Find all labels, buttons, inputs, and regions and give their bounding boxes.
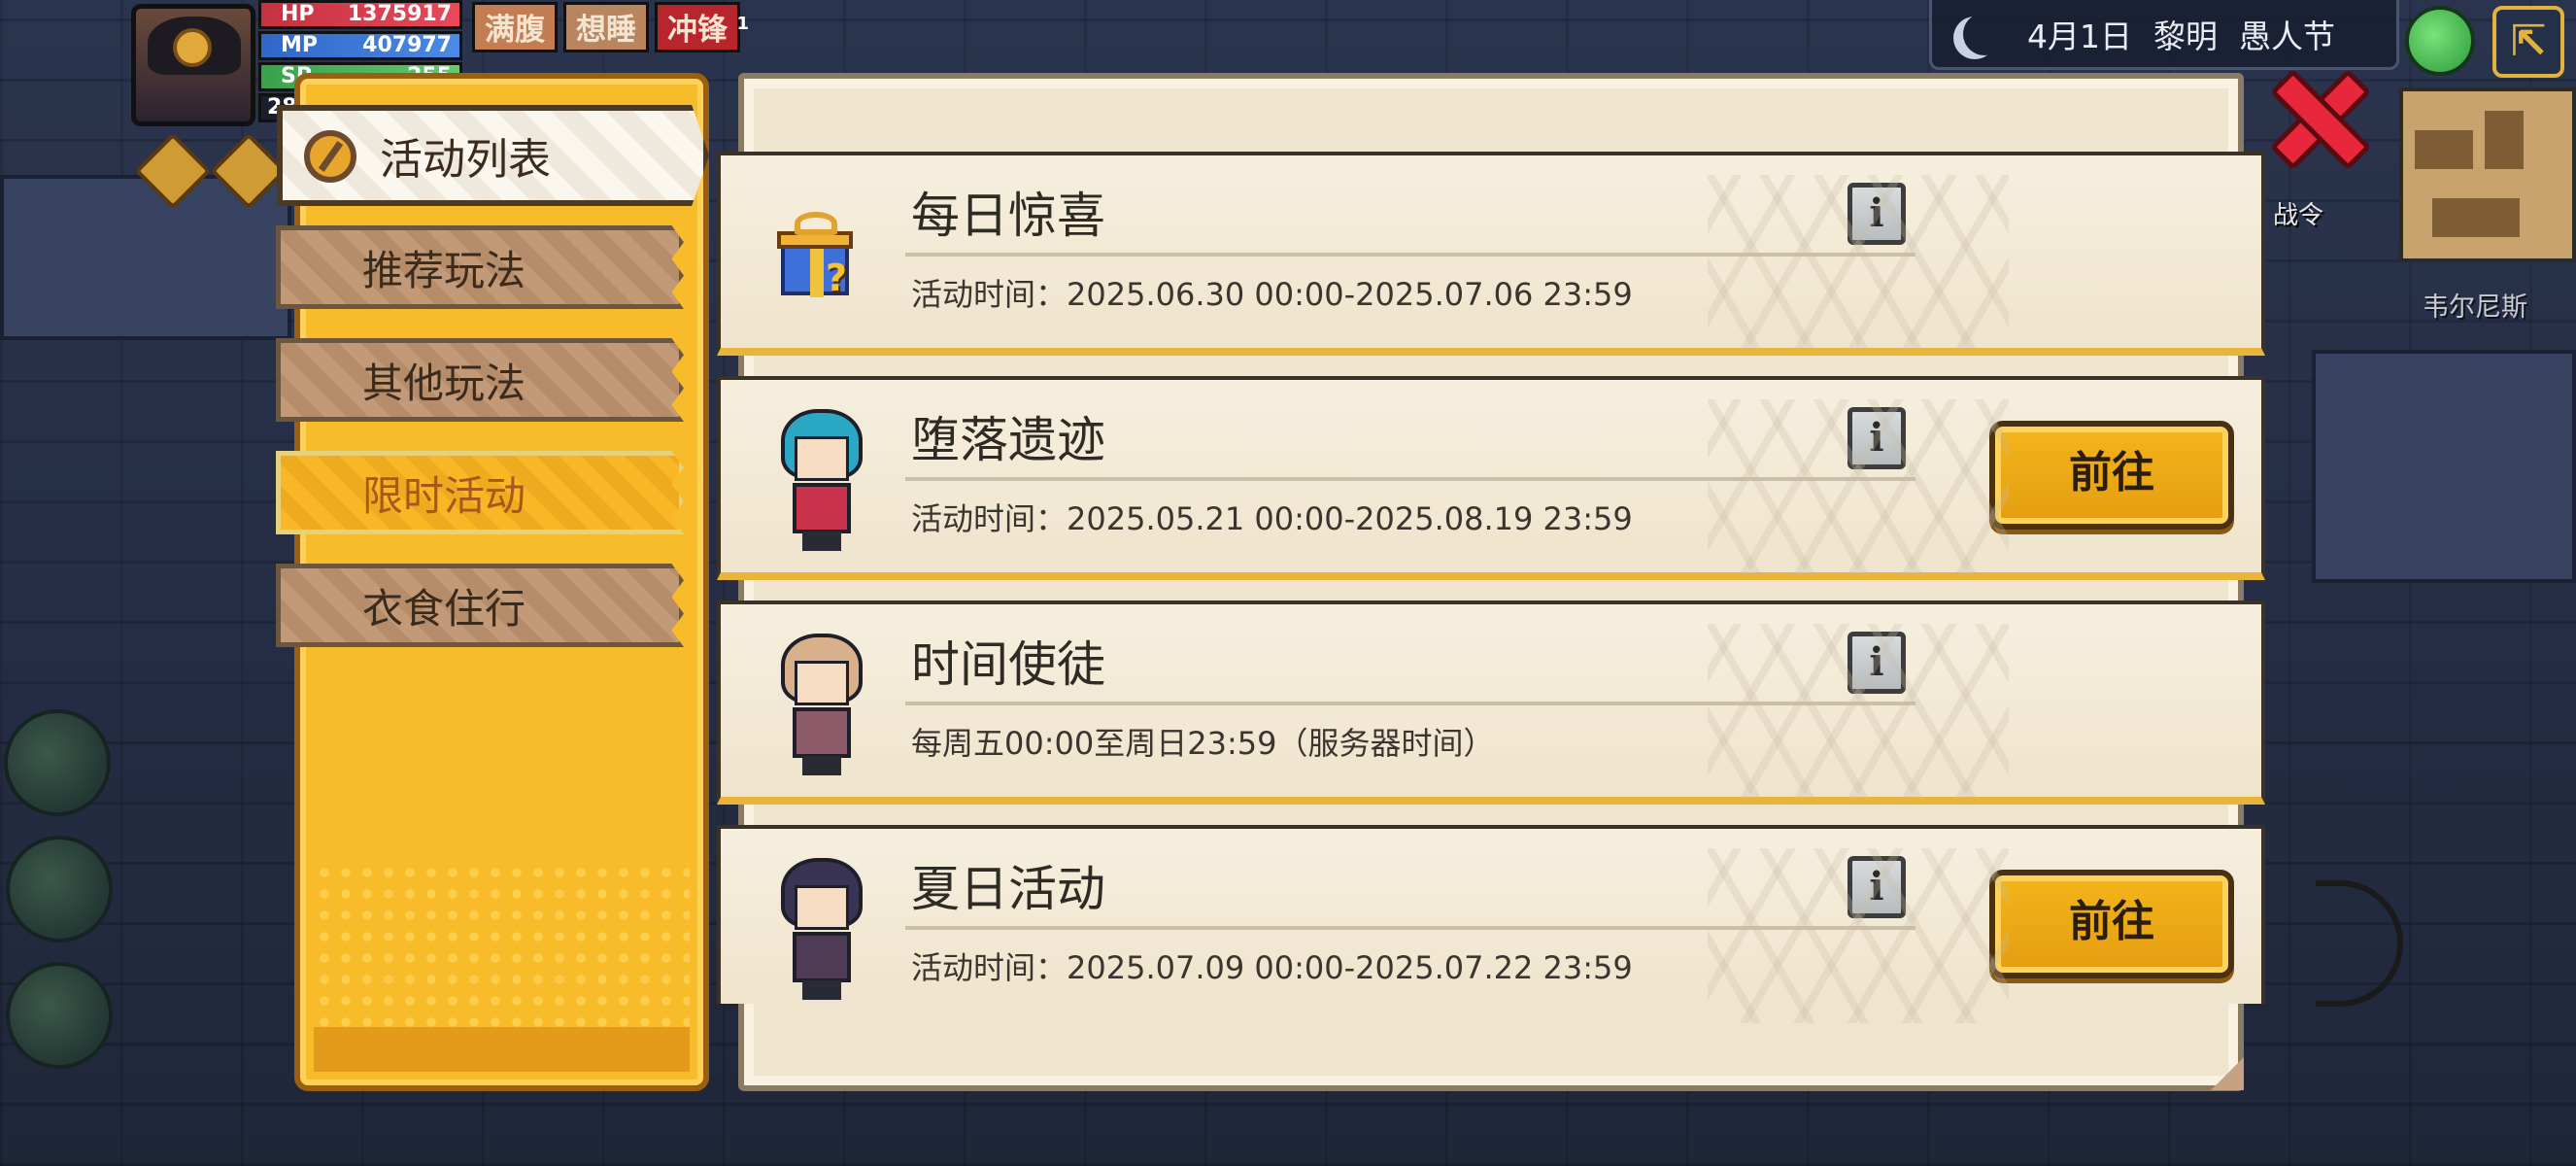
date-bar: 4月1日 黎明 愚人节: [1929, 0, 2399, 70]
character-body: [793, 932, 851, 982]
tab-recommended[interactable]: 推荐玩法: [276, 225, 684, 309]
mp-value: 407977: [362, 33, 452, 57]
hp-value: 1375917: [347, 2, 452, 26]
status-effects: 满腹 想睡 冲锋 1: [472, 2, 749, 52]
card-divider: [905, 702, 1915, 705]
gift-icon: ?: [777, 212, 859, 299]
card-divider: [905, 926, 1915, 930]
exit-icon[interactable]: ⇱: [2492, 6, 2564, 78]
activity-time: 每周五00:00至周日23:59（服务器时间）: [911, 725, 1495, 762]
quick-skill-icon[interactable]: [210, 132, 288, 210]
activity-list-header[interactable]: 活动列表: [277, 105, 709, 206]
character-legs: [802, 756, 841, 775]
character-legs: [802, 980, 841, 1000]
background-wall: [2312, 350, 2576, 583]
player-avatar[interactable]: [131, 4, 255, 126]
character-icon: [773, 399, 870, 555]
activity-title: 时间使徒: [911, 636, 1105, 693]
activity-card-summer-event[interactable]: 夏日活动 活动时间：2025.07.09 00:00-2025.07.22 23…: [717, 825, 2265, 1023]
background-plant: [6, 836, 113, 943]
character-legs: [802, 532, 841, 551]
gift-bow: [795, 212, 837, 235]
status-charge[interactable]: 冲锋 1: [655, 2, 749, 52]
character-icon: [773, 624, 870, 779]
activity-title: 堕落遗迹: [911, 412, 1105, 468]
moon-icon: [1963, 13, 2006, 55]
go-button[interactable]: 前往: [1989, 870, 2234, 978]
network-globe-icon[interactable]: [2405, 6, 2475, 76]
minimap-room: [2485, 111, 2524, 169]
character-face: [795, 885, 849, 930]
tab-other[interactable]: 其他玩法: [276, 338, 684, 422]
tab-limited-time[interactable]: 限时活动: [276, 451, 684, 534]
close-icon[interactable]: [2271, 70, 2358, 157]
activity-list-title: 活动列表: [380, 135, 551, 185]
minimap[interactable]: [2399, 87, 2576, 262]
info-icon[interactable]: i: [1847, 183, 1906, 245]
character-body: [793, 707, 851, 758]
sidebar-footer: [314, 1027, 690, 1072]
character-body: [793, 483, 851, 533]
activity-time: 活动时间：2025.05.21 00:00-2025.08.19 23:59: [911, 500, 1633, 537]
activity-card-daily-surprise[interactable]: ? 每日惊喜 活动时间：2025.06.30 00:00-2025.07.06 …: [717, 152, 2265, 356]
activity-time: 活动时间：2025.07.09 00:00-2025.07.22 23:59: [911, 949, 1633, 986]
minimap-room: [2415, 130, 2473, 169]
status-charge-label: 冲锋: [667, 13, 728, 48]
gift-question-mark: ?: [826, 257, 848, 299]
activity-card-time-apostle[interactable]: 时间使徒 每周五00:00至周日23:59（服务器时间） i: [717, 600, 2265, 805]
location-label: 韦尔尼斯: [2423, 292, 2527, 323]
status-full[interactable]: 满腹: [472, 2, 558, 52]
quick-skill-icon[interactable]: [134, 132, 212, 210]
mp-label: MP: [281, 33, 319, 57]
sidebar-pattern: [314, 862, 690, 1027]
avatar-badge: [173, 28, 212, 67]
mp-bar: MP 407977: [258, 31, 462, 60]
hp-label: HP: [281, 2, 315, 26]
card-divider: [905, 477, 1915, 481]
date-text: 4月1日: [2027, 17, 2132, 55]
info-icon[interactable]: i: [1847, 632, 1906, 694]
hp-bar: HP 1375917: [258, 0, 462, 29]
coin-icon: [304, 130, 356, 183]
holiday-text: 愚人节: [2239, 17, 2335, 55]
tab-daily-life[interactable]: 衣食住行: [276, 564, 684, 647]
info-icon[interactable]: i: [1847, 407, 1906, 469]
status-sleepy[interactable]: 想睡: [563, 2, 649, 52]
go-button[interactable]: 前往: [1989, 421, 2234, 530]
activity-card-fallen-ruins[interactable]: 堕落遗迹 活动时间：2025.05.21 00:00-2025.08.19 23…: [717, 376, 2265, 580]
character-face: [795, 661, 849, 705]
activity-title: 每日惊喜: [911, 188, 1105, 244]
time-of-day-text: 黎明: [2153, 17, 2218, 55]
background-plant: [4, 709, 111, 816]
info-icon[interactable]: i: [1847, 856, 1906, 918]
card-divider: [905, 253, 1915, 257]
minimap-room: [2432, 198, 2520, 237]
activity-time: 活动时间：2025.06.30 00:00-2025.07.06 23:59: [911, 276, 1633, 313]
character-icon: [773, 848, 870, 1004]
background-plant: [6, 962, 113, 1069]
quick-icons: [134, 132, 288, 210]
character-face: [795, 436, 849, 481]
activity-title: 夏日活动: [911, 861, 1105, 917]
battle-pass-label: 战令: [2273, 201, 2324, 230]
status-charge-count: 1: [736, 14, 749, 34]
